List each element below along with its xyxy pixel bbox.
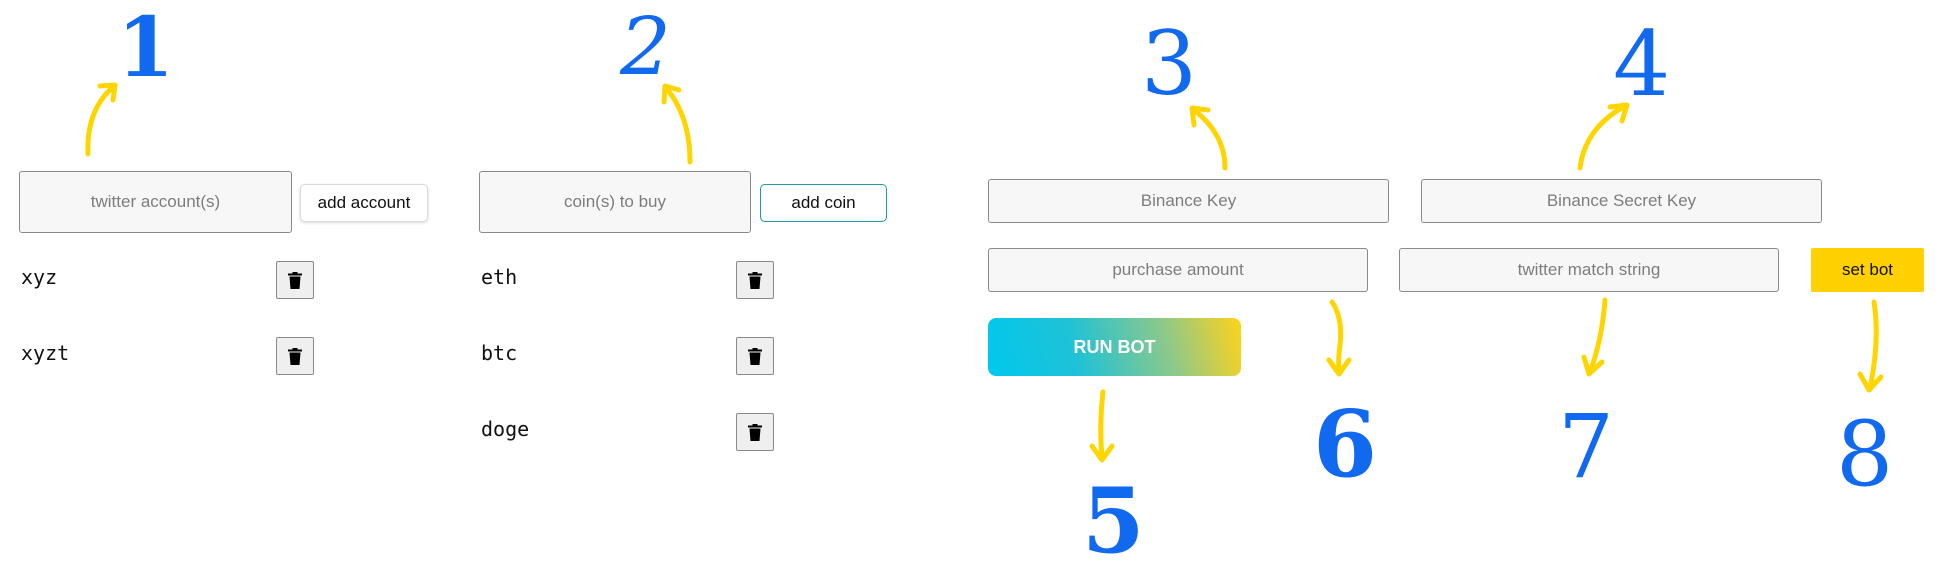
arrow-icon (1089, 389, 1115, 463)
arrow-icon (1857, 299, 1884, 393)
arrow-icon (661, 83, 693, 165)
annotation-arrows (85, 82, 1884, 463)
arrow-icon (1326, 299, 1352, 377)
arrow-icon (85, 82, 118, 157)
arrow-icon (1577, 102, 1630, 171)
arrow-icon (1189, 105, 1228, 171)
arrow-icon (1581, 297, 1608, 377)
